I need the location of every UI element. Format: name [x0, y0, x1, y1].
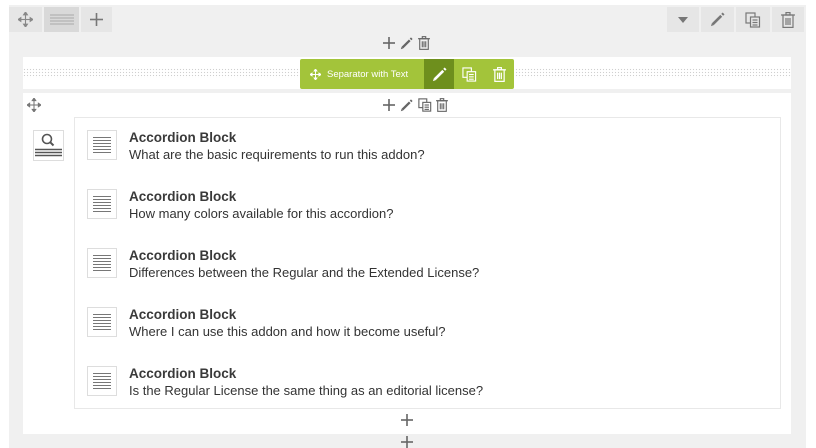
row-move-handle[interactable]	[9, 7, 42, 32]
row-collapse-button[interactable]	[667, 7, 699, 32]
row-layout-button[interactable]	[44, 7, 79, 32]
separator-edit-button[interactable]	[424, 59, 454, 89]
move-icon[interactable]	[309, 68, 321, 80]
add-column-button[interactable]	[81, 7, 112, 32]
row-edit-button[interactable]	[701, 7, 734, 32]
plus-icon	[401, 414, 413, 426]
accordion-item-title: Accordion Block	[129, 248, 237, 263]
copy-icon	[461, 66, 476, 82]
accordion-item-title: Accordion Block	[129, 130, 237, 145]
accordion-item[interactable]: Accordion Block Where I can use this add…	[87, 307, 767, 347]
search-icon	[35, 133, 62, 157]
accordion-item-text: What are the basic requirements to run t…	[129, 147, 425, 162]
block-thumbnail-icon	[87, 366, 117, 396]
trash-icon	[492, 66, 506, 82]
column-add-button[interactable]	[382, 36, 396, 50]
pencil-icon	[432, 66, 447, 81]
block-thumbnail-icon	[87, 248, 117, 278]
column-delete-button[interactable]	[417, 35, 431, 51]
accordion-item-text: Is the Regular License the same thing as…	[129, 383, 484, 398]
row-delete-button[interactable]	[772, 7, 804, 32]
block-thumbnail-icon	[87, 189, 117, 219]
move-icon	[18, 12, 33, 27]
inner-column-delete-button[interactable]	[435, 97, 449, 113]
copy-icon	[418, 98, 432, 112]
trash-icon	[436, 98, 448, 112]
pencil-icon	[400, 36, 413, 49]
accordion-item-text: How many colors available for this accor…	[129, 206, 394, 221]
inner-add-element-button[interactable]	[400, 413, 414, 427]
trash-icon	[418, 36, 430, 50]
accordion-item-title: Accordion Block	[129, 189, 237, 204]
layout-icon	[49, 14, 74, 24]
accordion-item[interactable]: Accordion Block What are the basic requi…	[87, 130, 767, 170]
accordion-item[interactable]: Accordion Block Differences between the …	[87, 248, 767, 288]
plus-icon	[383, 37, 395, 49]
trash-icon	[781, 11, 795, 28]
inner-column-duplicate-button[interactable]	[417, 97, 433, 113]
plus-icon	[383, 99, 395, 111]
accordion-item[interactable]: Accordion Block How many colors availabl…	[87, 189, 767, 229]
inner-column-add-button[interactable]	[382, 98, 396, 112]
inner-column-edit-button[interactable]	[399, 98, 413, 112]
accordion-item[interactable]: Accordion Block Is the Regular License t…	[87, 366, 767, 406]
separator-delete-button[interactable]	[484, 59, 514, 89]
separator-label: Separator with Text	[327, 68, 409, 80]
accordion-container: Accordion Block What are the basic requi…	[74, 117, 781, 409]
plus-icon	[90, 13, 103, 26]
move-icon	[26, 97, 41, 112]
accordion-element-thumbnail[interactable]	[33, 130, 64, 161]
separator-element[interactable]: Separator with Text	[300, 59, 514, 89]
pencil-icon	[400, 98, 413, 111]
accordion-item-title: Accordion Block	[129, 307, 237, 322]
block-thumbnail-icon	[87, 307, 117, 337]
inner-row-move-handle[interactable]	[26, 97, 41, 112]
chevron-down-icon	[678, 16, 688, 23]
pencil-icon	[710, 12, 725, 27]
row-duplicate-button[interactable]	[736, 7, 770, 32]
separator-duplicate-button[interactable]	[454, 59, 484, 89]
copy-icon	[745, 11, 761, 28]
plus-icon	[401, 436, 413, 448]
block-thumbnail-icon	[87, 130, 117, 160]
accordion-item-text: Differences between the Regular and the …	[129, 265, 480, 280]
column-edit-button[interactable]	[399, 36, 413, 50]
accordion-item-title: Accordion Block	[129, 366, 237, 381]
accordion-item-text: Where I can use this addon and how it be…	[129, 324, 446, 339]
row-add-element-button[interactable]	[400, 436, 414, 448]
